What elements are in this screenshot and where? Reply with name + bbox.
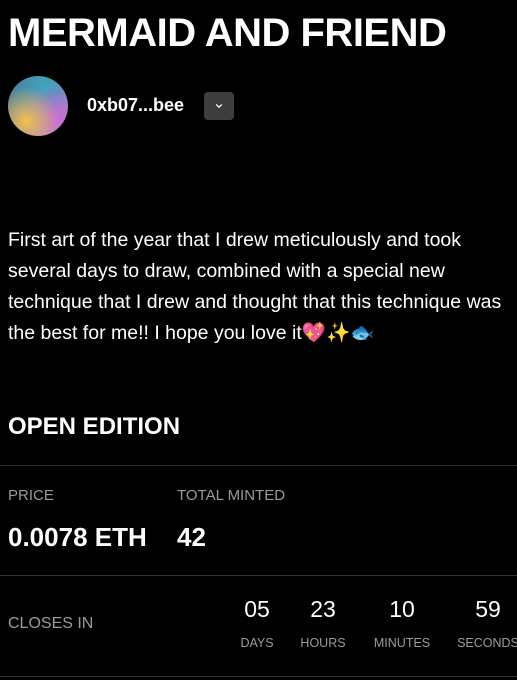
closes-in-label: CLOSES IN bbox=[8, 615, 94, 632]
artwork-description: First art of the year that I drew meticu… bbox=[8, 229, 502, 344]
creator-dropdown-button[interactable] bbox=[204, 92, 235, 120]
price-label: PRICE bbox=[8, 487, 54, 504]
countdown-minutes-label: MINUTES bbox=[373, 636, 431, 650]
artwork-title: MERMAID AND FRIEND bbox=[8, 11, 447, 55]
total-minted-label: TOTAL MINTED bbox=[177, 487, 286, 504]
creator-row: 0xb07...bee bbox=[8, 76, 235, 136]
countdown-minutes-value: 10 bbox=[389, 596, 415, 622]
divider bbox=[0, 676, 517, 677]
price-value: 0.0078 ETH bbox=[8, 522, 147, 552]
chevron-down-icon bbox=[215, 104, 223, 108]
edition-title: OPEN EDITION bbox=[8, 413, 181, 440]
countdown-seconds: 59 SECONDS bbox=[453, 594, 517, 650]
divider bbox=[0, 575, 517, 576]
countdown-days-label: DAYS bbox=[240, 636, 274, 650]
countdown-minutes: 10 MINUTES bbox=[367, 594, 437, 650]
countdown-hours: 23 HOURS bbox=[288, 594, 358, 650]
divider bbox=[0, 465, 517, 466]
countdown-days: 05 DAYS bbox=[222, 594, 292, 650]
creator-avatar[interactable] bbox=[8, 76, 68, 136]
total-minted-value: 42 bbox=[177, 522, 206, 552]
countdown-seconds-label: SECONDS bbox=[457, 636, 517, 650]
countdown-hours-value: 23 bbox=[310, 596, 336, 622]
creator-address[interactable]: 0xb07...bee bbox=[87, 94, 184, 116]
countdown-hours-label: HOURS bbox=[300, 636, 346, 650]
countdown-days-value: 05 bbox=[244, 596, 270, 622]
countdown-seconds-value: 59 bbox=[475, 596, 501, 622]
